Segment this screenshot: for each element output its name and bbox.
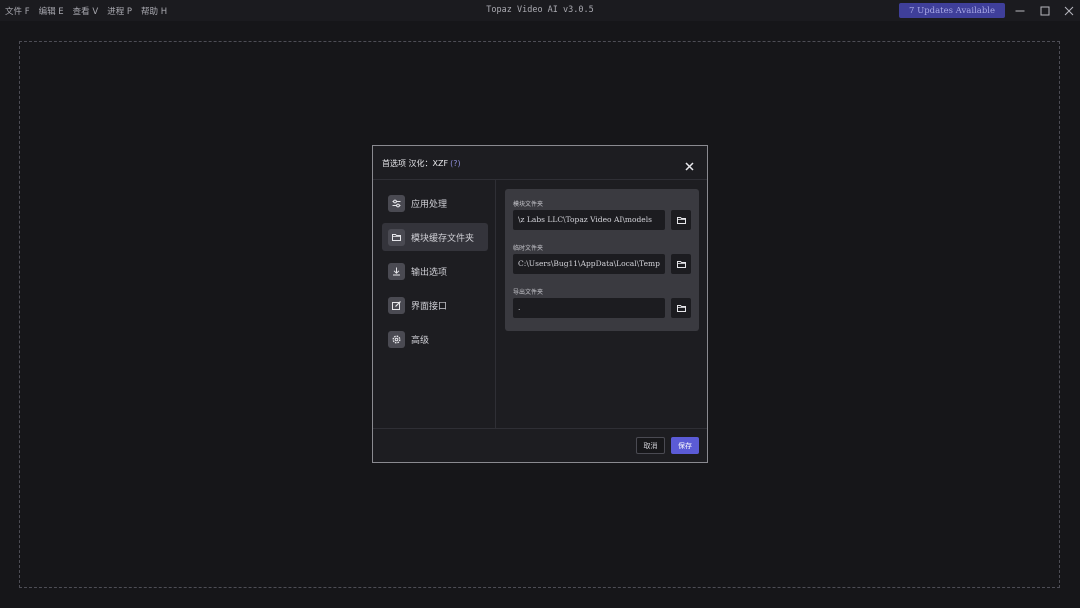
- folder-icon: [676, 216, 686, 224]
- model-folder-label: 模块文件夹: [513, 201, 544, 208]
- dialog-body: 应用处理 模块缓存文件夹 输出选项 界面接口 高级 模块文件夹 z Labs L…: [373, 180, 707, 428]
- export-folder-value: .: [518, 303, 521, 312]
- menu-view[interactable]: 查看 V: [73, 5, 99, 17]
- export-folder-label: 导出文件夹: [513, 289, 544, 296]
- folder-icon: [676, 260, 686, 268]
- dialog-footer: 取消 保存: [373, 428, 707, 462]
- help-link[interactable]: (?): [450, 159, 461, 168]
- close-icon: [1064, 6, 1074, 15]
- temp-folder-input[interactable]: C:\Users\Bug11\AppData\Local\Temp: [513, 254, 665, 274]
- sidebar-item-interface[interactable]: 界面接口: [382, 291, 488, 319]
- menu-process[interactable]: 进程 P: [107, 5, 132, 17]
- minimize-button[interactable]: [1009, 0, 1031, 21]
- sidebar-item-advanced[interactable]: 高级: [382, 325, 488, 353]
- preferences-sidebar: 应用处理 模块缓存文件夹 输出选项 界面接口 高级: [373, 180, 496, 428]
- model-folder-value: z Labs LLC\Topaz Video AI\models\: [518, 215, 652, 224]
- folder-icon: [388, 228, 405, 246]
- sidebar-item-label: 应用处理: [411, 199, 448, 210]
- sidebar-item-output-options[interactable]: 输出选项: [382, 257, 488, 285]
- edit-icon: [388, 296, 405, 314]
- updates-available-button[interactable]: 7 Updates Available: [899, 3, 1005, 18]
- browse-temp-folder-button[interactable]: [671, 254, 691, 274]
- menu-help[interactable]: 帮助 H: [141, 5, 167, 17]
- temp-folder-label: 临时文件夹: [513, 245, 544, 252]
- minimize-icon: [1015, 10, 1025, 11]
- save-button[interactable]: 保存: [671, 437, 699, 454]
- gear-icon: [388, 330, 405, 348]
- export-folder-input[interactable]: .: [513, 298, 665, 318]
- sidebar-item-label: 界面接口: [411, 301, 448, 312]
- menu-bar: 文件 F 编辑 E 查看 V 进程 P 帮助 H: [0, 5, 176, 17]
- menu-edit[interactable]: 编辑 E: [39, 5, 64, 17]
- download-icon: [388, 262, 405, 280]
- folder-icon: [676, 304, 686, 312]
- title-bar: 文件 F 编辑 E 查看 V 进程 P 帮助 H Topaz Video AI …: [0, 0, 1080, 21]
- model-folder-input[interactable]: z Labs LLC\Topaz Video AI\models\: [513, 210, 665, 230]
- sidebar-item-label: 输出选项: [411, 267, 448, 278]
- browse-export-folder-button[interactable]: [671, 298, 691, 318]
- temp-folder-value: C:\Users\Bug11\AppData\Local\Temp: [518, 259, 660, 268]
- folder-settings-panel: 模块文件夹 z Labs LLC\Topaz Video AI\models\ …: [505, 189, 699, 331]
- dialog-title-text: 首选项 汉化：XZF: [382, 159, 449, 168]
- close-window-button[interactable]: [1058, 0, 1080, 21]
- menu-file[interactable]: 文件 F: [5, 5, 30, 17]
- sliders-icon: [388, 194, 405, 212]
- preferences-dialog: 首选项 汉化：XZF (?) 应用处理 模块缓存文件夹 输出选项 界面接口 高级…: [372, 145, 708, 463]
- browse-model-folder-button[interactable]: [671, 210, 691, 230]
- sidebar-item-label: 高级: [411, 335, 430, 346]
- dialog-title: 首选项 汉化：XZF (?): [382, 158, 461, 169]
- close-icon: [685, 162, 694, 171]
- cancel-button[interactable]: 取消: [636, 437, 665, 454]
- maximize-icon: [1040, 6, 1050, 15]
- sidebar-item-label: 模块缓存文件夹: [411, 233, 475, 244]
- sidebar-item-app-processing[interactable]: 应用处理: [382, 189, 488, 217]
- maximize-button[interactable]: [1034, 0, 1056, 21]
- dialog-close-button[interactable]: [684, 157, 695, 171]
- dialog-header: 首选项 汉化：XZF (?): [373, 146, 707, 180]
- sidebar-item-model-cache-folder[interactable]: 模块缓存文件夹: [382, 223, 488, 251]
